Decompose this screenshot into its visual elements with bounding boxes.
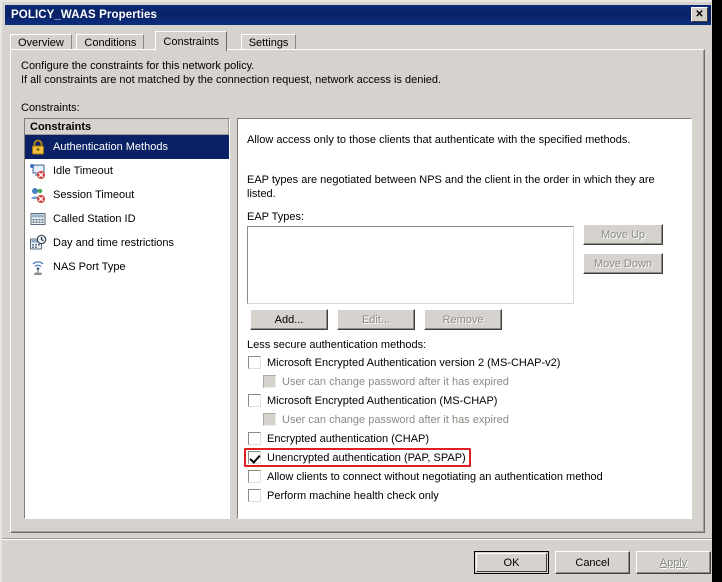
- footer-separator: [2, 538, 714, 540]
- checkbox-row-1: User can change password after it has ex…: [263, 375, 509, 388]
- close-icon[interactable]: ✕: [691, 7, 708, 22]
- called-station-id-icon: [29, 210, 47, 228]
- checkbox-row-2[interactable]: Microsoft Encrypted Authentication (MS-C…: [248, 394, 497, 407]
- nas-port-type-icon: [29, 258, 47, 276]
- checkbox-label: Allow clients to connect without negotia…: [267, 470, 603, 483]
- allow-access-text: Allow access only to those clients that …: [247, 134, 631, 146]
- cancel-label: Cancel: [575, 556, 610, 569]
- remove-button[interactable]: Remove: [424, 309, 502, 330]
- constraint-item-session-timeout[interactable]: Session Timeout: [25, 183, 229, 207]
- idle-timeout-icon: [29, 162, 47, 180]
- title-bar: POLICY_WAAS Properties ✕: [5, 5, 711, 25]
- constraints-list-header: Constraints: [25, 119, 229, 135]
- apply-button[interactable]: Apply: [636, 551, 711, 574]
- constraint-item-authentication-methods[interactable]: Authentication Methods: [25, 135, 229, 159]
- remove-label: Remove: [442, 313, 484, 326]
- checkbox-row-3: User can change password after it has ex…: [263, 413, 509, 426]
- move-down-button[interactable]: Move Down: [583, 253, 663, 274]
- checkbox-row-0[interactable]: Microsoft Encrypted Authentication versi…: [248, 356, 560, 369]
- checkbox-indicator: [263, 413, 276, 426]
- constraint-item-idle-timeout[interactable]: Idle Timeout: [25, 159, 229, 183]
- constraints-list-label: Constraints:: [21, 102, 80, 114]
- constraint-item-label: Called Station ID: [53, 213, 136, 225]
- session-timeout-icon: [29, 186, 47, 204]
- eap-types-listbox[interactable]: [247, 226, 574, 304]
- tab-label: Overview: [18, 36, 64, 49]
- tab-label: Constraints: [163, 35, 220, 48]
- checkbox-row-5[interactable]: Unencrypted authentication (PAP, SPAP): [248, 451, 466, 464]
- constraint-item-label: Session Timeout: [53, 189, 135, 201]
- checkbox-indicator[interactable]: [248, 451, 261, 464]
- checkbox-label: Microsoft Encrypted Authentication (MS-C…: [267, 394, 498, 407]
- checkbox-indicator[interactable]: [248, 356, 261, 369]
- checkbox-label: Microsoft Encrypted Authentication versi…: [267, 356, 561, 369]
- checkbox-indicator[interactable]: [248, 470, 261, 483]
- checkbox-indicator[interactable]: [248, 394, 261, 407]
- tab-settings[interactable]: Settings: [240, 34, 297, 50]
- window-title: POLICY_WAAS Properties: [11, 9, 157, 21]
- move-up-label: Move Up: [600, 228, 646, 241]
- ok-label: OK: [503, 556, 520, 569]
- move-down-label: Move Down: [593, 257, 653, 270]
- less-secure-methods-label: Less secure authentication methods:: [247, 339, 427, 351]
- constraint-item-called-station-id[interactable]: Called Station ID: [25, 207, 229, 231]
- tab-overview[interactable]: Overview: [10, 34, 72, 50]
- checkbox-indicator[interactable]: [248, 489, 261, 502]
- eap-info-line-1: EAP types are negotiated between NPS and…: [247, 174, 655, 186]
- checkbox-row-7[interactable]: Perform machine health check only: [248, 489, 439, 502]
- checkbox-label: Perform machine health check only: [267, 489, 439, 502]
- edit-button[interactable]: Edit...: [337, 309, 415, 330]
- checkbox-row-6[interactable]: Allow clients to connect without negotia…: [248, 470, 603, 483]
- move-up-button[interactable]: Move Up: [583, 224, 663, 245]
- edit-label: Edit...: [361, 313, 391, 326]
- tab-label: Settings: [248, 36, 289, 49]
- checkbox-label: User can change password after it has ex…: [282, 413, 509, 426]
- constraint-item-label: Day and time restrictions: [53, 237, 175, 249]
- eap-types-label: EAP Types:: [247, 211, 305, 223]
- description-line-1: Configure the constraints for this netwo…: [21, 60, 255, 72]
- constraint-item-nas-port-type[interactable]: NAS Port Type: [25, 255, 229, 279]
- ok-button[interactable]: OK: [474, 551, 549, 574]
- window-right-margin: [712, 0, 722, 582]
- tab-strip: Overview Conditions Constraints Settings: [10, 31, 706, 51]
- checkbox-label: Encrypted authentication (CHAP): [267, 432, 430, 445]
- tab-constraints[interactable]: Constraints: [155, 31, 228, 51]
- constraint-item-label: Authentication Methods: [53, 141, 168, 153]
- description-line-2: If all constraints are not matched by th…: [21, 74, 442, 86]
- tab-conditions[interactable]: Conditions: [76, 34, 145, 50]
- add-button[interactable]: Add...: [250, 309, 328, 330]
- eap-info-line-2: listed.: [247, 188, 276, 200]
- constraint-item-label: NAS Port Type: [53, 261, 126, 273]
- checkbox-label: User can change password after it has ex…: [282, 375, 509, 388]
- calendar-clock-icon: [29, 234, 47, 252]
- tab-label: Conditions: [84, 36, 137, 49]
- add-label: Add...: [274, 313, 304, 326]
- checkbox-label: Unencrypted authentication (PAP, SPAP): [267, 451, 466, 464]
- constraint-item-label: Idle Timeout: [53, 165, 113, 177]
- checkbox-indicator[interactable]: [248, 432, 261, 445]
- cancel-button[interactable]: Cancel: [555, 551, 630, 574]
- checkbox-row-4[interactable]: Encrypted authentication (CHAP): [248, 432, 429, 445]
- properties-dialog-window: POLICY_WAAS Properties ✕ Overview Conditi…: [0, 0, 714, 582]
- constraints-list[interactable]: Constraints Authentication Methods Idle T…: [24, 118, 230, 519]
- lock-icon: [29, 138, 47, 156]
- apply-label: Apply: [659, 556, 688, 569]
- constraint-item-day-and-time-restrictions[interactable]: Day and time restrictions: [25, 231, 229, 255]
- checkbox-indicator: [263, 375, 276, 388]
- authentication-methods-panel: Allow access only to those clients that …: [237, 118, 692, 519]
